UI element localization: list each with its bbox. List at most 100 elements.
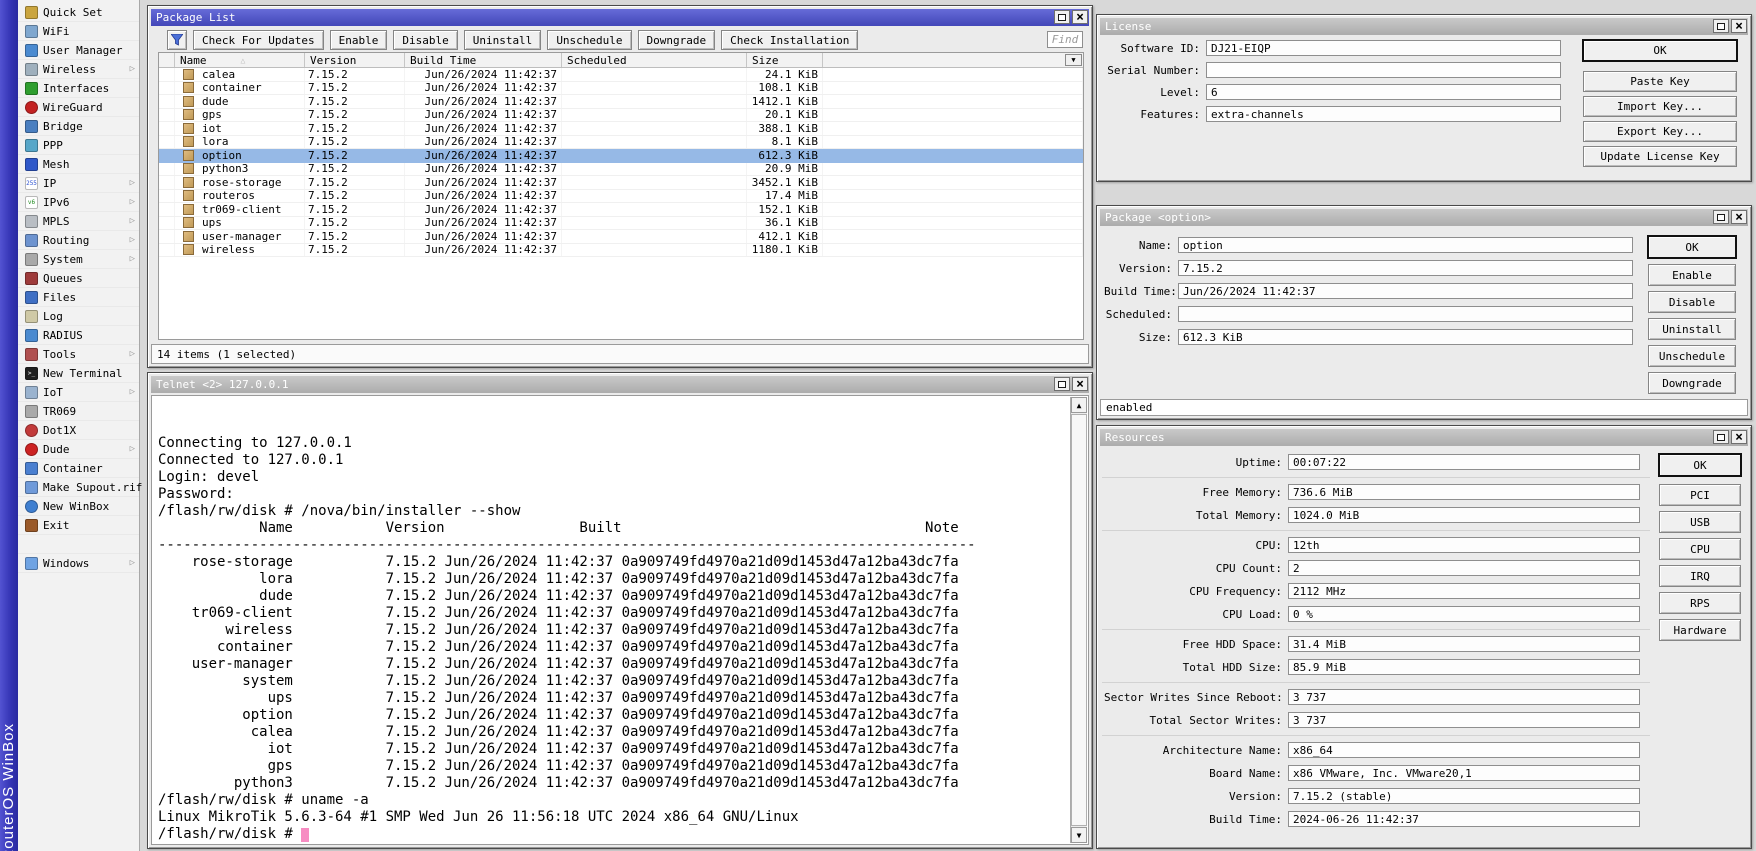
maximize-button[interactable]: [1713, 210, 1729, 224]
export-key-button[interactable]: Export Key...: [1583, 121, 1737, 142]
sidebar-item-new-winbox[interactable]: New WinBox: [18, 497, 139, 516]
paste-key-button[interactable]: Paste Key: [1583, 71, 1737, 92]
maximize-button[interactable]: [1054, 10, 1070, 24]
sidebar-item-wireguard[interactable]: WireGuard: [18, 98, 139, 117]
sidebar-item-bridge[interactable]: Bridge: [18, 117, 139, 136]
enable-button[interactable]: Enable: [330, 30, 388, 50]
features-field[interactable]: extra-channels: [1206, 106, 1561, 122]
sidebar-item-ppp[interactable]: PPP: [18, 136, 139, 155]
close-icon[interactable]: [1731, 430, 1747, 444]
column-select-button[interactable]: [1065, 54, 1082, 66]
maximize-button[interactable]: [1713, 19, 1729, 33]
check-installation-button[interactable]: Check Installation: [721, 30, 858, 50]
disable-button[interactable]: Disable: [1648, 291, 1736, 313]
sidebar-item-files[interactable]: Files: [18, 288, 139, 307]
table-row[interactable]: user-manager7.15.2Jun/26/2024 11:42:3741…: [159, 230, 1083, 244]
telnet-titlebar[interactable]: Telnet <2> 127.0.0.1: [151, 376, 1089, 393]
total-hdd-size-field[interactable]: 85.9 MiB: [1288, 659, 1640, 675]
close-icon[interactable]: [1731, 19, 1747, 33]
uninstall-button[interactable]: Uninstall: [464, 30, 542, 50]
size-field[interactable]: 612.3 KiB: [1178, 329, 1633, 345]
pci-button[interactable]: PCI: [1659, 484, 1741, 506]
sidebar-item-ip[interactable]: IP: [18, 174, 139, 193]
package-list-titlebar[interactable]: Package List: [151, 9, 1089, 26]
table-row[interactable]: ups7.15.2Jun/26/2024 11:42:3736.1 KiB: [159, 217, 1083, 231]
sidebar-item-tools[interactable]: Tools: [18, 345, 139, 364]
name-field[interactable]: option: [1178, 237, 1633, 253]
table-row[interactable]: tr069-client7.15.2Jun/26/2024 11:42:3715…: [159, 203, 1083, 217]
table-row[interactable]: rose-storage7.15.2Jun/26/2024 11:42:3734…: [159, 176, 1083, 190]
serial-number-field[interactable]: [1206, 62, 1561, 78]
uptime-field[interactable]: 00:07:22: [1288, 454, 1640, 470]
sidebar-item-wireless[interactable]: Wireless: [18, 60, 139, 79]
header-size[interactable]: Size: [747, 53, 823, 67]
build-time-field[interactable]: 2024-06-26 11:42:37: [1288, 811, 1640, 827]
sidebar-item-dude[interactable]: Dude: [18, 440, 139, 459]
filter-button[interactable]: [167, 30, 187, 50]
table-row[interactable]: python37.15.2Jun/26/2024 11:42:3720.9 Mi…: [159, 163, 1083, 177]
sidebar-item-log[interactable]: Log: [18, 307, 139, 326]
build-time-field[interactable]: Jun/26/2024 11:42:37: [1178, 283, 1633, 299]
architecture-name-field[interactable]: x86_64: [1288, 742, 1640, 758]
close-icon[interactable]: [1072, 377, 1088, 391]
resources-titlebar[interactable]: Resources: [1100, 429, 1748, 446]
sidebar-item-mpls[interactable]: MPLS: [18, 212, 139, 231]
table-row[interactable]: gps7.15.2Jun/26/2024 11:42:3720.1 KiB: [159, 109, 1083, 123]
scrollbar-thumb[interactable]: [1071, 414, 1087, 826]
scheduled-field[interactable]: [1178, 306, 1633, 322]
total-memory-field[interactable]: 1024.0 MiB: [1288, 507, 1640, 523]
license-titlebar[interactable]: License: [1100, 18, 1748, 35]
level-field[interactable]: 6: [1206, 84, 1561, 100]
rps-button[interactable]: RPS: [1659, 592, 1741, 614]
sidebar-item-ipv6[interactable]: IPv6: [18, 193, 139, 212]
close-icon[interactable]: [1731, 210, 1747, 224]
sidebar-item-exit[interactable]: Exit: [18, 516, 139, 535]
vertical-scrollbar[interactable]: [1070, 397, 1087, 843]
sidebar-item-tr069[interactable]: TR069: [18, 402, 139, 421]
irq-button[interactable]: IRQ: [1659, 565, 1741, 587]
header-build-time[interactable]: Build Time: [405, 53, 562, 67]
sidebar-item-system[interactable]: System: [18, 250, 139, 269]
free-memory-field[interactable]: 736.6 MiB: [1288, 484, 1640, 500]
cpu-count-field[interactable]: 2: [1288, 560, 1640, 576]
ok-button[interactable]: OK: [1659, 454, 1741, 476]
sidebar-item-queues[interactable]: Queues: [18, 269, 139, 288]
sidebar-item-windows[interactable]: Windows: [18, 554, 139, 573]
unschedule-button[interactable]: Unschedule: [1648, 345, 1736, 367]
table-row[interactable]: lora7.15.2Jun/26/2024 11:42:378.1 KiB: [159, 136, 1083, 150]
close-icon[interactable]: [1072, 10, 1088, 24]
sidebar-item-wifi[interactable]: WiFi: [18, 22, 139, 41]
maximize-button[interactable]: [1713, 430, 1729, 444]
enable-button[interactable]: Enable: [1648, 264, 1736, 286]
scroll-up-icon[interactable]: [1071, 397, 1087, 413]
sidebar-item-interfaces[interactable]: Interfaces: [18, 79, 139, 98]
cpu-frequency-field[interactable]: 2112 MHz: [1288, 583, 1640, 599]
table-row[interactable]: calea7.15.2Jun/26/2024 11:42:3724.1 KiB: [159, 68, 1083, 82]
table-row[interactable]: iot7.15.2Jun/26/2024 11:42:37388.1 KiB: [159, 122, 1083, 136]
cpu-button[interactable]: CPU: [1659, 538, 1741, 560]
ok-button[interactable]: OK: [1648, 236, 1736, 258]
header-lead-column[interactable]: [159, 53, 175, 67]
software-id-field[interactable]: DJ21-EIQP: [1206, 40, 1561, 56]
find-input[interactable]: Find: [1047, 31, 1083, 48]
usb-button[interactable]: USB: [1659, 511, 1741, 533]
free-hdd-space-field[interactable]: 31.4 MiB: [1288, 636, 1640, 652]
downgrade-button[interactable]: Downgrade: [1648, 372, 1736, 394]
sector-writes-since-reboot-field[interactable]: 3 737: [1288, 689, 1640, 705]
sidebar-item-dot1x[interactable]: Dot1X: [18, 421, 139, 440]
sidebar-item-make-supout[interactable]: Make Supout.rif: [18, 478, 139, 497]
downgrade-button[interactable]: Downgrade: [638, 30, 716, 50]
scroll-down-icon[interactable]: [1071, 827, 1087, 843]
check-for-updates-button[interactable]: Check For Updates: [193, 30, 324, 50]
table-row[interactable]: container7.15.2Jun/26/2024 11:42:37108.1…: [159, 82, 1083, 96]
sidebar-item-routing[interactable]: Routing: [18, 231, 139, 250]
table-row[interactable]: routeros7.15.2Jun/26/2024 11:42:3717.4 M…: [159, 190, 1083, 204]
terminal-area[interactable]: Connecting to 127.0.0.1 Connected to 127…: [151, 395, 1089, 845]
sidebar-item-radius[interactable]: RADIUS: [18, 326, 139, 345]
ok-button[interactable]: OK: [1583, 40, 1737, 61]
uninstall-button[interactable]: Uninstall: [1648, 318, 1736, 340]
table-row[interactable]: dude7.15.2Jun/26/2024 11:42:371412.1 KiB: [159, 95, 1083, 109]
cpu-load-field[interactable]: 0 %: [1288, 606, 1640, 622]
header-name[interactable]: Name: [175, 53, 305, 67]
sidebar-item-iot[interactable]: IoT: [18, 383, 139, 402]
